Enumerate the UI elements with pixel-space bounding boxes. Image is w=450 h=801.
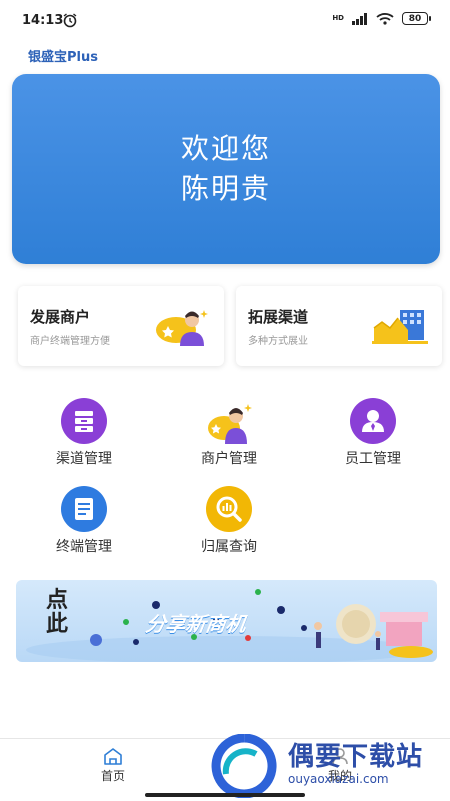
- merchant-person-icon: [208, 404, 252, 444]
- battery-icon: 80: [402, 12, 431, 25]
- tab-home[interactable]: 首页: [83, 747, 143, 784]
- welcome-text: 欢迎您: [180, 132, 271, 165]
- building-chart-icon: [372, 310, 428, 344]
- watermark-url: ouyaoxiazai.com: [288, 772, 389, 786]
- document-icon: [61, 486, 107, 532]
- merchant-avatar-icon: [156, 310, 208, 346]
- status-time: 14:13: [22, 13, 64, 28]
- tab-label: 首页: [100, 769, 125, 783]
- user-name: 陈明贵: [180, 172, 271, 205]
- grid-label: 归属查询: [201, 539, 257, 555]
- cabinet-icon: [61, 398, 107, 444]
- status-icons: HD 80: [332, 12, 431, 25]
- develop-merchant-card[interactable]: 发展商户 商户终端管理方便: [18, 286, 224, 366]
- watermark-title: 偶要下载站: [288, 742, 424, 772]
- card-subtitle: 商户终端管理方便: [30, 336, 110, 347]
- merchant-management-item[interactable]: 商户管理: [169, 398, 289, 468]
- grid-label: 员工管理: [345, 451, 401, 467]
- app-title: 银盛宝Plus: [28, 50, 98, 65]
- terminal-management-item[interactable]: 终端管理: [24, 486, 144, 556]
- grid-label: 渠道管理: [56, 451, 112, 467]
- wifi-icon: [376, 13, 394, 25]
- channel-management-item[interactable]: 渠道管理: [24, 398, 144, 468]
- card-subtitle: 多种方式展业: [248, 336, 308, 347]
- card-title: 发展商户: [30, 308, 91, 326]
- ownership-query-item[interactable]: 归属查询: [169, 486, 289, 556]
- card-title: 拓展渠道: [248, 308, 309, 326]
- network-type: HD: [332, 14, 344, 22]
- staff-icon: [350, 398, 396, 444]
- promo-main-text: 分享新商机: [144, 612, 248, 636]
- site-watermark: 偶要下载站 ouyaoxiazai.com: [200, 730, 450, 800]
- signal-icon: [352, 12, 367, 25]
- grid-label: 商户管理: [201, 451, 257, 467]
- home-indicator: [145, 793, 305, 797]
- share-opportunity-banner[interactable]: 点此 分享新商机: [16, 580, 437, 662]
- watermark-logo-icon: [211, 734, 277, 798]
- expand-channel-card[interactable]: 拓展渠道 多种方式展业: [236, 286, 442, 366]
- welcome-banner: 欢迎您 陈明贵: [12, 74, 440, 264]
- staff-management-item[interactable]: 员工管理: [313, 398, 433, 468]
- home-icon: [104, 748, 122, 765]
- search-chart-icon: [206, 486, 252, 532]
- grid-label: 终端管理: [56, 539, 112, 555]
- status-bar: 14:13 HD 80: [0, 0, 450, 40]
- alarm-icon: [63, 13, 77, 28]
